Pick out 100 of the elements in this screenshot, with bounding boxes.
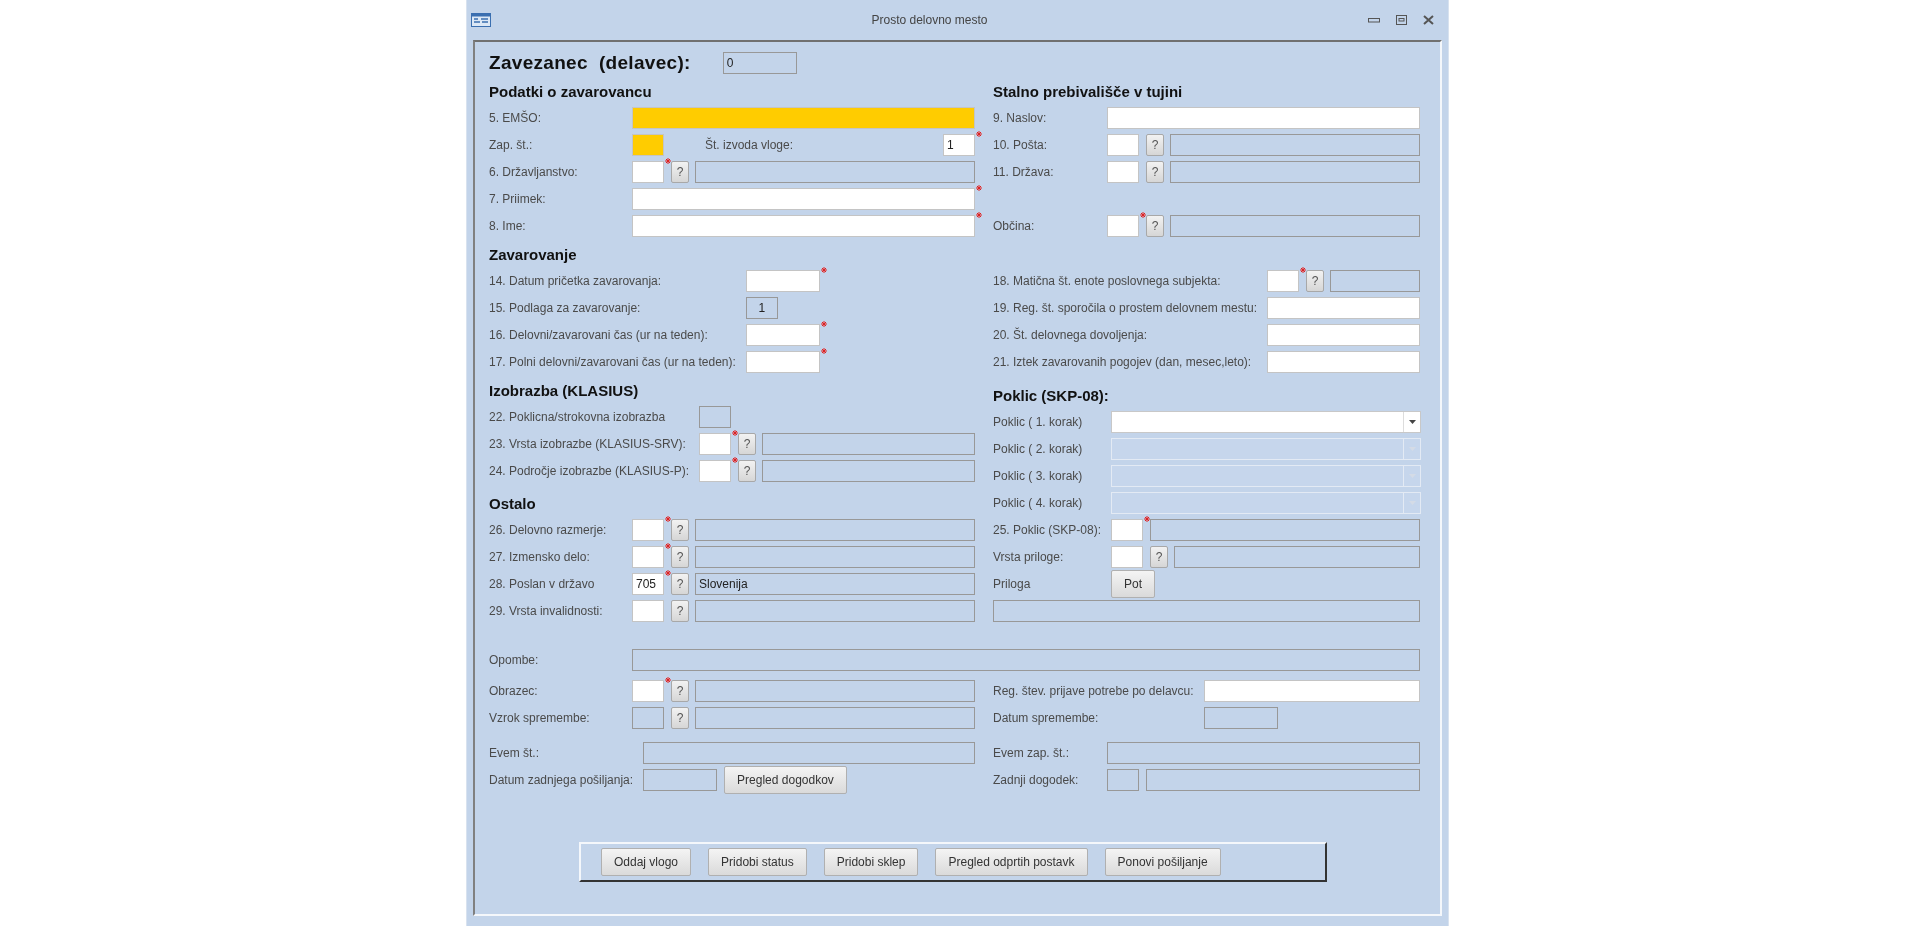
required-icon (1300, 266, 1307, 273)
readonly-field[interactable] (762, 432, 975, 455)
input-field[interactable] (632, 214, 975, 237)
input-field[interactable] (1111, 545, 1144, 568)
readonly-field[interactable] (695, 160, 975, 183)
input-field[interactable] (1203, 679, 1420, 702)
input-field[interactable] (632, 679, 664, 702)
readonly-field[interactable]: 1 (745, 296, 778, 319)
readonly-field[interactable] (643, 768, 718, 791)
section-heading: Izobrazba (KLASIUS) (489, 381, 640, 401)
field-label: 9. Naslov: (993, 110, 1048, 125)
lookup-button[interactable]: ? (1146, 133, 1164, 156)
input-field[interactable] (632, 133, 664, 156)
field-label: Priloga (993, 576, 1032, 591)
readonly-field[interactable] (632, 648, 1420, 671)
readonly-field[interactable] (695, 518, 975, 541)
input-field[interactable] (1267, 350, 1420, 373)
readonly-field[interactable] (632, 706, 664, 729)
readonly-field[interactable] (1203, 706, 1278, 729)
readonly-field[interactable] (1107, 768, 1139, 791)
readonly-field[interactable] (695, 599, 975, 622)
readonly-field[interactable] (1170, 214, 1420, 237)
readonly-field[interactable] (695, 706, 975, 729)
readonly-field[interactable] (1150, 518, 1420, 541)
field-label: 29. Vrsta invalidnosti: (489, 603, 604, 618)
lookup-button[interactable]: ? (1306, 269, 1325, 292)
input-field[interactable] (632, 160, 664, 183)
input-field[interactable] (632, 518, 664, 541)
input-field[interactable] (632, 106, 975, 129)
readonly-field[interactable] (1170, 133, 1420, 156)
field-label: 27. Izmensko delo: (489, 549, 591, 564)
input-field[interactable] (632, 187, 975, 210)
action-button[interactable]: Pridobi sklep (823, 848, 919, 876)
field-label: 20. Št. delovnega dovoljenja: (993, 327, 1149, 342)
action-button[interactable]: Ponovi pošiljanje (1104, 848, 1221, 876)
field-label: 15. Podlaga za zavarovanje: (489, 300, 642, 315)
readonly-field[interactable] (695, 679, 975, 702)
input-field[interactable] (699, 459, 732, 482)
field-label: Poklic ( 2. korak) (993, 441, 1084, 456)
input-field[interactable] (632, 599, 664, 622)
input-field[interactable] (745, 323, 820, 346)
required-icon (820, 320, 827, 327)
input-field[interactable] (1111, 518, 1144, 541)
readonly-field[interactable]: Slovenija (695, 572, 975, 595)
lookup-button[interactable]: ? (671, 599, 689, 622)
required-icon (976, 130, 982, 137)
lookup-button[interactable]: ? (1150, 545, 1169, 568)
minimize-icon[interactable] (1368, 17, 1380, 23)
readonly-field[interactable]: 0 (722, 52, 797, 74)
lookup-button[interactable]: ? (738, 432, 757, 455)
readonly-field[interactable] (1107, 741, 1420, 764)
maximize-icon[interactable] (1396, 15, 1407, 25)
readonly-field[interactable] (1174, 545, 1420, 568)
lookup-button[interactable]: ? (671, 160, 689, 183)
field-label: 5. EMŠO: (489, 110, 542, 125)
readonly-field[interactable] (1146, 768, 1420, 791)
input-field[interactable] (1267, 296, 1420, 319)
input-field[interactable] (632, 545, 664, 568)
dropdown[interactable] (1111, 410, 1421, 433)
input-field[interactable]: 705 (632, 572, 664, 595)
lookup-button[interactable]: ? (671, 545, 689, 568)
lookup-button[interactable]: ? (671, 679, 689, 702)
lookup-button[interactable]: ? (671, 572, 689, 595)
readonly-field[interactable] (643, 741, 975, 764)
readonly-field[interactable] (1170, 160, 1420, 183)
action-button[interactable]: Oddaj vlogo (601, 848, 692, 876)
lookup-button[interactable]: ? (738, 459, 757, 482)
field-label: Poklic ( 1. korak) (993, 414, 1084, 429)
field-label: 10. Pošta: (993, 137, 1049, 152)
close-icon[interactable] (1423, 15, 1434, 25)
field-label: Obrazec: (489, 683, 539, 698)
field-label: Datum zadnjega pošiljanja: (489, 772, 634, 787)
action-button[interactable]: Pot (1111, 569, 1156, 598)
lookup-button[interactable]: ? (1146, 214, 1164, 237)
input-field[interactable] (1107, 214, 1139, 237)
field-label: 18. Matična št. enote poslovnega subjekta: (993, 273, 1222, 288)
field-label: Zadnji dogodek: (993, 772, 1080, 787)
lookup-button[interactable]: ? (671, 706, 689, 729)
action-button[interactable]: Pregled dogodkov (724, 765, 847, 794)
input-field[interactable] (745, 269, 820, 292)
input-field[interactable] (745, 350, 820, 373)
field-label: 17. Polni delovni/zavarovani čas (ur na teden): (489, 354, 736, 369)
input-field[interactable] (1107, 160, 1139, 183)
readonly-field[interactable] (699, 405, 732, 428)
field-label: 23. Vrsta izobrazbe (KLASIUS-SRV): (489, 436, 687, 451)
action-button[interactable]: Pridobi status (708, 848, 807, 876)
input-field[interactable] (1267, 269, 1300, 292)
action-button[interactable]: Pregled odprtih postavk (935, 848, 1088, 876)
readonly-field[interactable] (1330, 269, 1420, 292)
input-field[interactable] (1107, 106, 1420, 129)
required-icon (976, 184, 982, 191)
input-field[interactable] (1107, 133, 1139, 156)
readonly-field[interactable] (695, 545, 975, 568)
readonly-field[interactable] (762, 459, 975, 482)
input-field[interactable]: 1 (943, 133, 975, 156)
lookup-button[interactable]: ? (1146, 160, 1164, 183)
input-field[interactable] (699, 432, 732, 455)
readonly-field[interactable] (993, 599, 1420, 622)
input-field[interactable] (1267, 323, 1420, 346)
lookup-button[interactable]: ? (671, 518, 689, 541)
